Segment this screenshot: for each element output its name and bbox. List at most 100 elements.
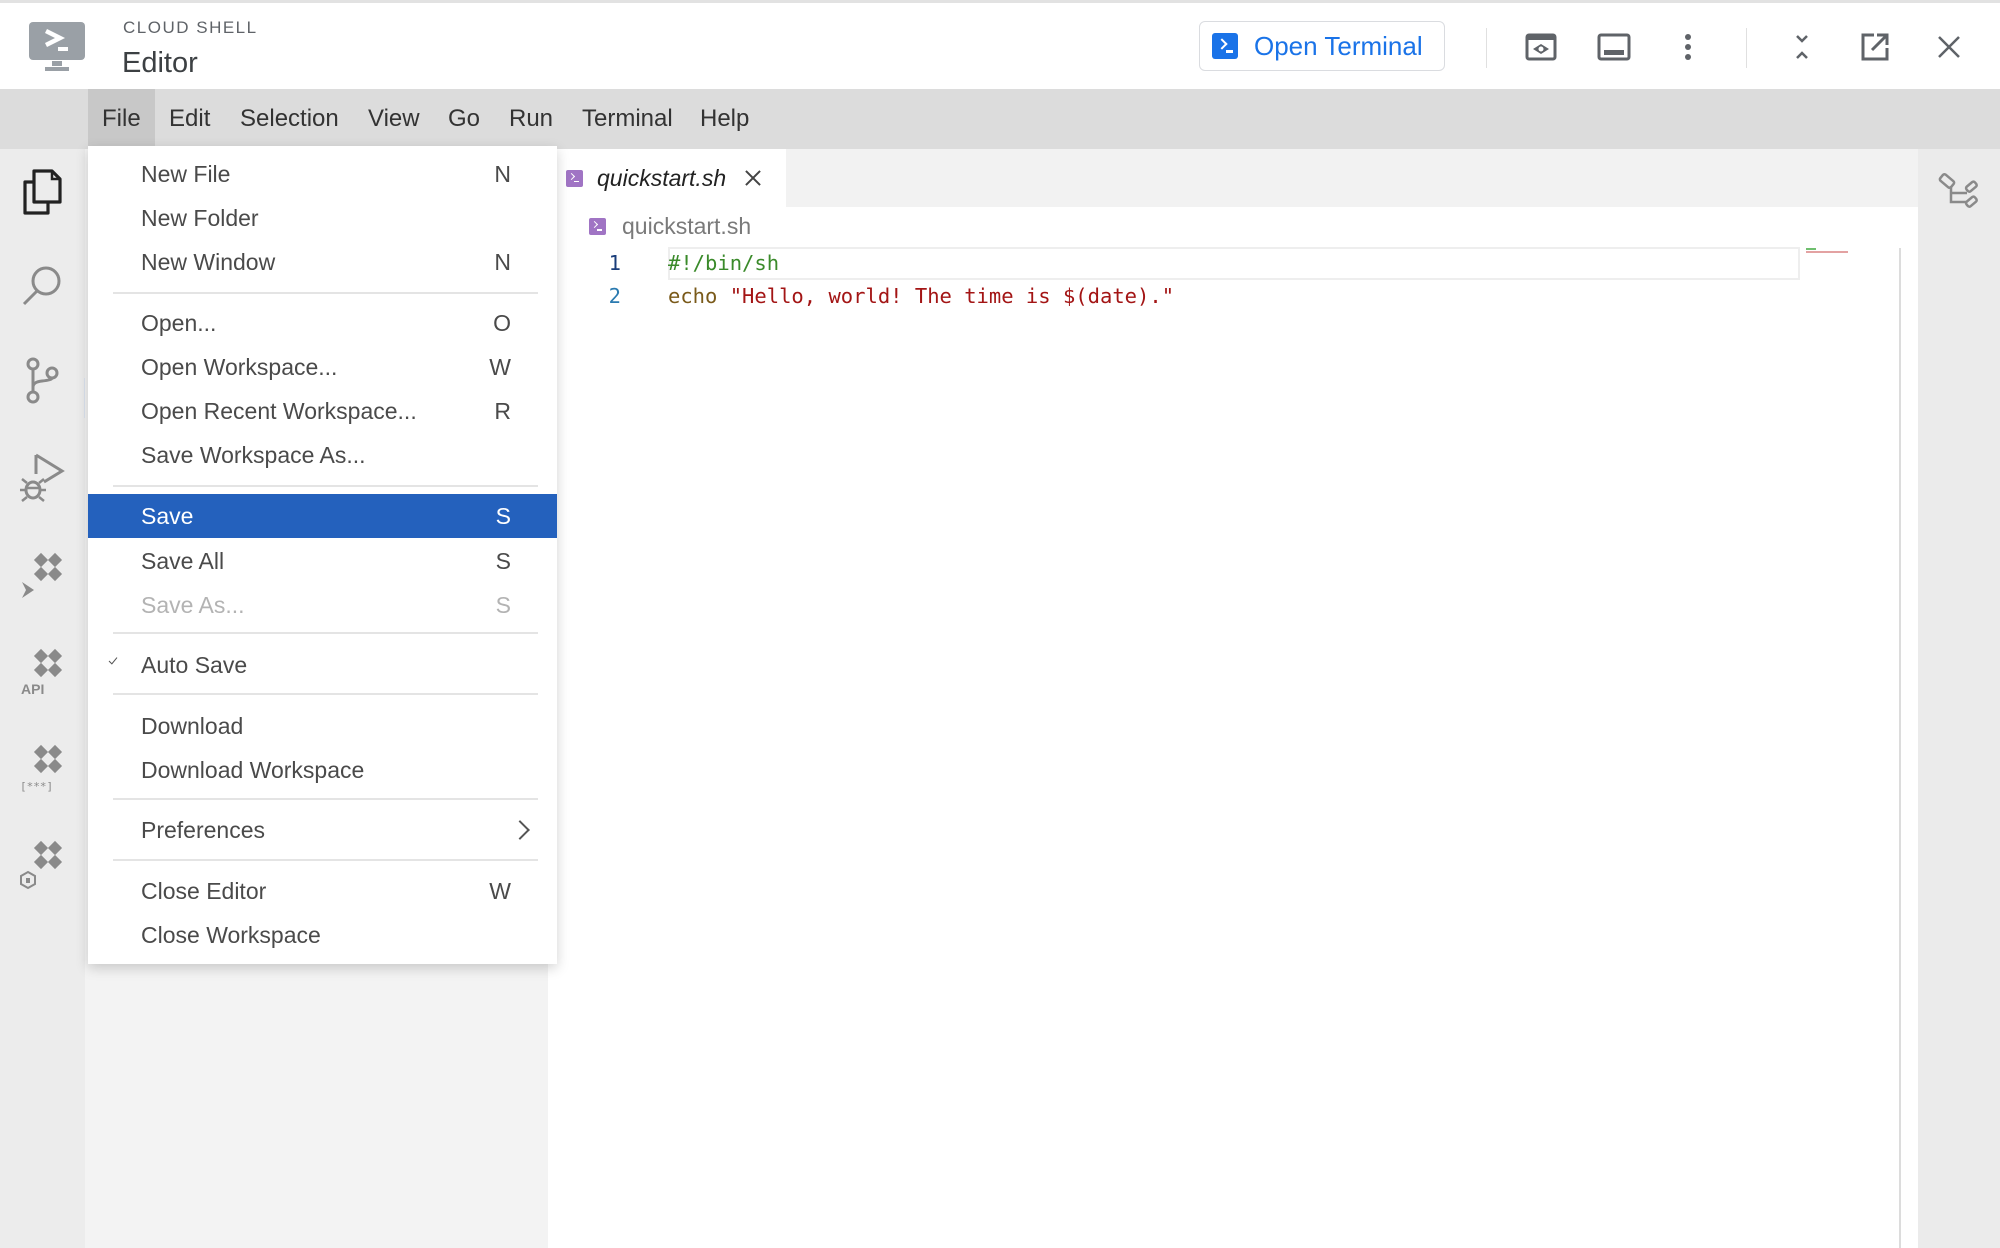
more-options-button[interactable] [1666, 25, 1710, 69]
menu-item-auto-save[interactable]: Auto Save [88, 643, 557, 687]
menu-item-close-workspace[interactable]: Close Workspace [88, 913, 557, 957]
menu-terminal[interactable]: Terminal [568, 89, 687, 149]
menu-help[interactable]: Help [686, 89, 763, 149]
menu-item-shortcut: N [494, 248, 511, 275]
menu-item-shortcut: W [489, 353, 511, 380]
tab-quickstart-sh[interactable]: quickstart.sh [548, 149, 786, 207]
activity-search[interactable] [12, 256, 72, 316]
menu-item-label: Close Workspace [141, 921, 321, 948]
menu-item-save[interactable]: Save S [88, 494, 557, 538]
source-control-icon [26, 357, 59, 404]
menu-item-download[interactable]: Download [88, 704, 557, 748]
toolbar-divider [1746, 28, 1747, 68]
menu-item-label: New File [141, 160, 231, 187]
menu-run[interactable]: Run [495, 89, 567, 149]
secret-manager-icon: [***] [20, 744, 63, 793]
menu-separator [113, 859, 538, 861]
open-new-window-button[interactable] [1853, 25, 1897, 69]
minimize-button[interactable] [1780, 25, 1824, 69]
menu-item-download-workspace[interactable]: Download Workspace [88, 748, 557, 792]
menu-item-label: Download Workspace [141, 756, 365, 783]
open-terminal-label: Open Terminal [1254, 30, 1423, 61]
menu-separator [113, 632, 538, 634]
menu-item-shortcut: W [489, 877, 511, 904]
editor-scrollbar[interactable] [1899, 248, 1901, 1248]
outline-icon[interactable] [1936, 169, 1982, 215]
app-title: Editor [122, 47, 198, 79]
menu-file[interactable]: File [88, 89, 155, 149]
toggle-panel-button[interactable] [1592, 25, 1636, 69]
web-preview-icon [1525, 33, 1557, 61]
menu-item-save-as: Save As... S [88, 583, 557, 627]
activity-cloud-apis[interactable]: API [12, 643, 72, 703]
shell-file-icon [566, 169, 583, 187]
menu-item-shortcut: O [493, 309, 511, 336]
menu-item-save-workspace-as[interactable]: Save Workspace As... [88, 433, 557, 477]
breadcrumb-file: quickstart.sh [622, 213, 752, 239]
code-builtin: echo [668, 284, 730, 308]
minimap-line [1806, 248, 1816, 250]
menu-item-label: Save As... [141, 591, 245, 618]
secondary-sidebar [1918, 149, 2000, 1248]
menu-item-close-editor[interactable]: Close Editor W [88, 869, 557, 913]
close-button[interactable] [1927, 25, 1971, 69]
editor-tabs: quickstart.sh [548, 149, 1918, 207]
tab-label: quickstart.sh [597, 164, 727, 191]
menu-item-label: Open... [141, 309, 217, 336]
menu-item-preferences[interactable]: Preferences [88, 808, 557, 852]
code-comment: #!/bin/sh [668, 251, 780, 275]
menu-item-label: New Folder [141, 204, 259, 231]
menu-edit[interactable]: Edit [155, 89, 224, 149]
menu-item-label: Close Editor [141, 877, 267, 904]
web-preview-button[interactable] [1519, 25, 1563, 69]
menu-item-open-workspace[interactable]: Open Workspace... W [88, 345, 557, 389]
code-line: 1 #!/bin/sh [548, 247, 1798, 280]
code-string: "Hello, world! The time is $(date)." [729, 284, 1175, 308]
toggle-panel-icon [1597, 33, 1631, 61]
code-editor[interactable]: 1 #!/bin/sh 2 echo "Hello, world! The ti… [548, 247, 1798, 313]
activity-cloud-run[interactable] [12, 547, 72, 607]
editor-area [548, 149, 1918, 1248]
menu-item-label: Save [141, 502, 194, 529]
activity-source-control[interactable] [12, 351, 72, 411]
minimap[interactable] [1806, 248, 1848, 254]
line-text: echo "Hello, world! The time is $(date).… [668, 280, 1174, 313]
close-tab-icon[interactable] [742, 167, 764, 189]
menu-item-new-file[interactable]: New File N [88, 152, 557, 196]
menu-item-open[interactable]: Open... O [88, 301, 557, 345]
activity-run-debug[interactable] [12, 447, 72, 507]
breadcrumb[interactable]: quickstart.sh [589, 213, 751, 240]
menu-item-label: Auto Save [141, 651, 248, 678]
menu-separator [113, 798, 538, 800]
cloud-code-kubernetes-icon [20, 840, 63, 890]
cloud-shell-logo-icon [29, 22, 85, 71]
menu-item-shortcut: N [494, 160, 511, 187]
menu-separator [113, 485, 538, 487]
menu-item-shortcut: R [494, 397, 511, 424]
menu-item-label: Save Workspace As... [141, 441, 366, 468]
menu-item-new-folder[interactable]: New Folder [88, 196, 557, 240]
minimap-line [1806, 251, 1848, 253]
menu-go[interactable]: Go [434, 89, 494, 149]
more-vert-icon [1685, 34, 1691, 60]
toolbar-divider [1486, 28, 1487, 68]
menu-item-open-recent-workspace[interactable]: Open Recent Workspace... R [88, 389, 557, 433]
terminal-icon [1212, 33, 1238, 59]
menu-view[interactable]: View [354, 89, 434, 149]
menu-item-label: Open Workspace... [141, 353, 338, 380]
open-terminal-button[interactable]: Open Terminal [1199, 21, 1445, 71]
line-text: #!/bin/sh [668, 247, 779, 280]
menu-item-new-window[interactable]: New Window N [88, 240, 557, 284]
activity-secret-manager[interactable]: [***] [12, 739, 72, 799]
menu-item-save-all[interactable]: Save All S [88, 539, 557, 583]
activity-kubernetes[interactable] [12, 835, 72, 895]
code-line: 2 echo "Hello, world! The time is $(date… [548, 280, 1798, 313]
menu-separator [113, 693, 538, 695]
menu-item-shortcut: S [495, 502, 511, 529]
activity-explorer[interactable] [12, 162, 72, 222]
close-icon [1938, 36, 1960, 58]
svg-text:[***]: [***] [20, 780, 53, 793]
menu-selection[interactable]: Selection [226, 89, 353, 149]
run-debug-icon [20, 453, 65, 502]
menu-item-shortcut: S [495, 547, 511, 574]
